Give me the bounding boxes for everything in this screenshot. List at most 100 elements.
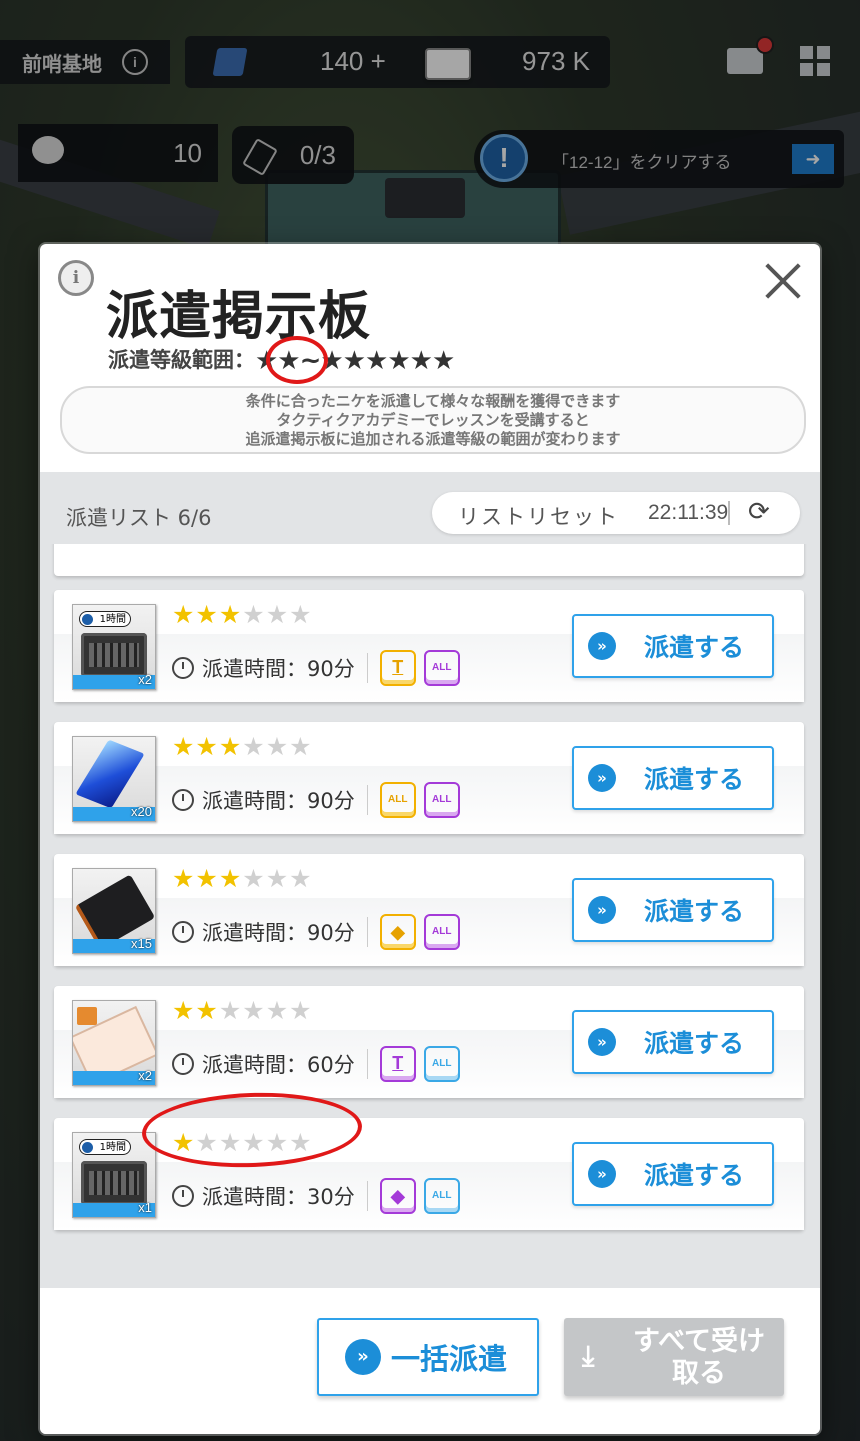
dispatch-button-label: 派遣する <box>644 765 745 794</box>
clock-icon <box>172 1053 194 1075</box>
dispatch-card: x15 ★★★★★★ 派遣時間：90分 ◆ ALL» 派遣する <box>54 854 804 966</box>
list-reset-bar: リストリセット 22:11:39 ⟳ <box>432 492 800 534</box>
dispatch-list-area: 派遣リスト 6/6 リストリセット 22:11:39 ⟳ 1時間 x2 ★★★★★★… <box>40 472 820 1288</box>
star-filled-icon: ★ <box>195 864 219 893</box>
annotation-circle <box>266 336 328 384</box>
receive-all-button[interactable]: ⤓ すべて受け取る <box>564 1318 784 1396</box>
description-box: 条件に合ったニケを派遣して様々な報酬を獲得できます タクティクアカデミーでレッス… <box>60 386 806 454</box>
close-button[interactable] <box>764 262 802 300</box>
condition-badge: T <box>379 650 416 686</box>
star-empty-icon: ★ <box>289 864 313 893</box>
dispatch-duration: 派遣時間：90分 ◆ ALL <box>172 914 460 950</box>
star-filled-icon: ★ <box>172 600 196 629</box>
condition-badge: ◆ <box>379 914 416 950</box>
reset-label: リストリセット <box>458 505 619 529</box>
reward-item-icon[interactable]: x15 <box>72 868 156 954</box>
double-chevron-icon: » <box>588 1028 616 1056</box>
modal-footer: » 一括派遣 ⤓ すべて受け取る <box>40 1288 820 1434</box>
dispatch-list[interactable]: 1時間 x2 ★★★★★★ 派遣時間：90分 T ALL» 派遣する x20 ★★★★★★ 派遣時… <box>40 544 820 1288</box>
info-icon[interactable]: i <box>58 260 94 296</box>
reward-item-icon[interactable]: 1時間 x2 <box>72 604 156 690</box>
double-chevron-icon: » <box>345 1339 381 1375</box>
item-time-badge: 1時間 <box>79 611 131 627</box>
star-empty-icon: ★ <box>289 600 313 629</box>
dispatch-button[interactable]: » 派遣する <box>572 878 774 942</box>
duration-text: 派遣時間：90分 <box>202 789 355 813</box>
item-quantity: x2 <box>138 1068 152 1083</box>
divider <box>366 917 368 947</box>
description-line: タクティクアカデミーでレッスンを受講すると <box>276 410 590 429</box>
condition-badge: ALL <box>423 914 460 950</box>
download-icon: ⤓ <box>582 1339 595 1372</box>
dispatch-button-label: 派遣する <box>644 1029 745 1058</box>
divider <box>366 785 368 815</box>
rank-stars: ★★★★★★ <box>172 600 313 629</box>
star-empty-icon: ★ <box>265 732 290 761</box>
reward-item-icon[interactable]: 1時間 x1 <box>72 1132 156 1218</box>
condition-badge: ALL <box>423 1046 460 1082</box>
description-line: 条件に合ったニケを派遣して様々な報酬を獲得できます <box>245 391 621 410</box>
rank-range-label: 派遣等級範囲： <box>108 348 255 372</box>
item-quantity: x2 <box>138 672 152 687</box>
star-filled-icon: ★ <box>172 996 196 1025</box>
star-filled-icon: ★ <box>172 732 196 761</box>
dispatch-card: 1時間 x2 ★★★★★★ 派遣時間：90分 T ALL» 派遣する <box>54 590 804 702</box>
dispatch-button[interactable]: » 派遣する <box>572 614 774 678</box>
duration-text: 派遣時間：90分 <box>202 657 355 681</box>
star-empty-icon: ★ <box>242 996 266 1025</box>
dispatch-card: x20 ★★★★★★ 派遣時間：90分 ALL ALL» 派遣する <box>54 722 804 834</box>
dispatch-duration: 派遣時間：60分 T ALL <box>172 1046 460 1082</box>
double-chevron-icon: » <box>588 632 616 660</box>
rank-max-stars: ★★★★★★ <box>320 346 455 376</box>
star-empty-icon: ★ <box>242 732 266 761</box>
clock-icon <box>172 921 194 943</box>
star-empty-icon: ★ <box>242 600 266 629</box>
dispatch-board-modal: i 派遣掲示板 派遣等級範囲：★★~★★★★★★ 条件に合ったニケを派遣して様々… <box>40 244 820 1434</box>
clock-icon <box>172 1185 194 1207</box>
duration-text: 派遣時間：90分 <box>202 921 355 945</box>
bulk-dispatch-button[interactable]: » 一括派遣 <box>317 1318 539 1396</box>
reset-timer: 22:11:39 <box>648 501 729 524</box>
star-empty-icon: ★ <box>265 996 290 1025</box>
list-item <box>54 544 804 576</box>
refresh-icon[interactable]: ⟳ <box>748 499 774 525</box>
star-empty-icon: ★ <box>265 600 290 629</box>
dispatch-button[interactable]: » 派遣する <box>572 1010 774 1074</box>
rank-stars: ★★★★★★ <box>172 864 313 893</box>
dispatch-button[interactable]: » 派遣する <box>572 1142 774 1206</box>
item-quantity: x1 <box>138 1200 152 1215</box>
condition-badge: ALL <box>379 782 416 818</box>
star-filled-icon: ★ <box>218 600 243 629</box>
star-filled-icon: ★ <box>195 732 219 761</box>
item-time-badge: 1時間 <box>79 1139 131 1155</box>
receive-all-label: すべて受け取る <box>632 1326 766 1389</box>
reward-item-icon[interactable]: x2 <box>72 1000 156 1086</box>
divider <box>728 501 730 525</box>
rank-stars: ★★★★★★ <box>172 732 313 761</box>
dispatch-button-label: 派遣する <box>644 1161 745 1190</box>
condition-badge: ◆ <box>379 1178 416 1214</box>
dispatch-button-label: 派遣する <box>644 633 745 662</box>
star-empty-icon: ★ <box>242 864 266 893</box>
item-quantity: x15 <box>131 936 152 951</box>
star-empty-icon: ★ <box>289 732 313 761</box>
star-filled-icon: ★ <box>172 864 196 893</box>
dispatch-button-label: 派遣する <box>644 897 745 926</box>
duration-text: 派遣時間：60分 <box>202 1053 355 1077</box>
divider <box>366 1049 368 1079</box>
double-chevron-icon: » <box>588 764 616 792</box>
star-empty-icon: ★ <box>265 864 290 893</box>
dispatch-duration: 派遣時間：90分 T ALL <box>172 650 460 686</box>
star-empty-icon: ★ <box>289 996 313 1025</box>
divider <box>366 1181 368 1211</box>
condition-badge: ALL <box>423 782 460 818</box>
dispatch-button[interactable]: » 派遣する <box>572 746 774 810</box>
clock-icon <box>172 657 194 679</box>
dispatch-duration: 派遣時間：30分 ◆ ALL <box>172 1178 460 1214</box>
reward-item-icon[interactable]: x20 <box>72 736 156 822</box>
star-filled-icon: ★ <box>195 600 219 629</box>
star-filled-icon: ★ <box>218 864 243 893</box>
star-filled-icon: ★ <box>218 732 243 761</box>
condition-badge: ALL <box>423 650 460 686</box>
item-quantity: x20 <box>131 804 152 819</box>
